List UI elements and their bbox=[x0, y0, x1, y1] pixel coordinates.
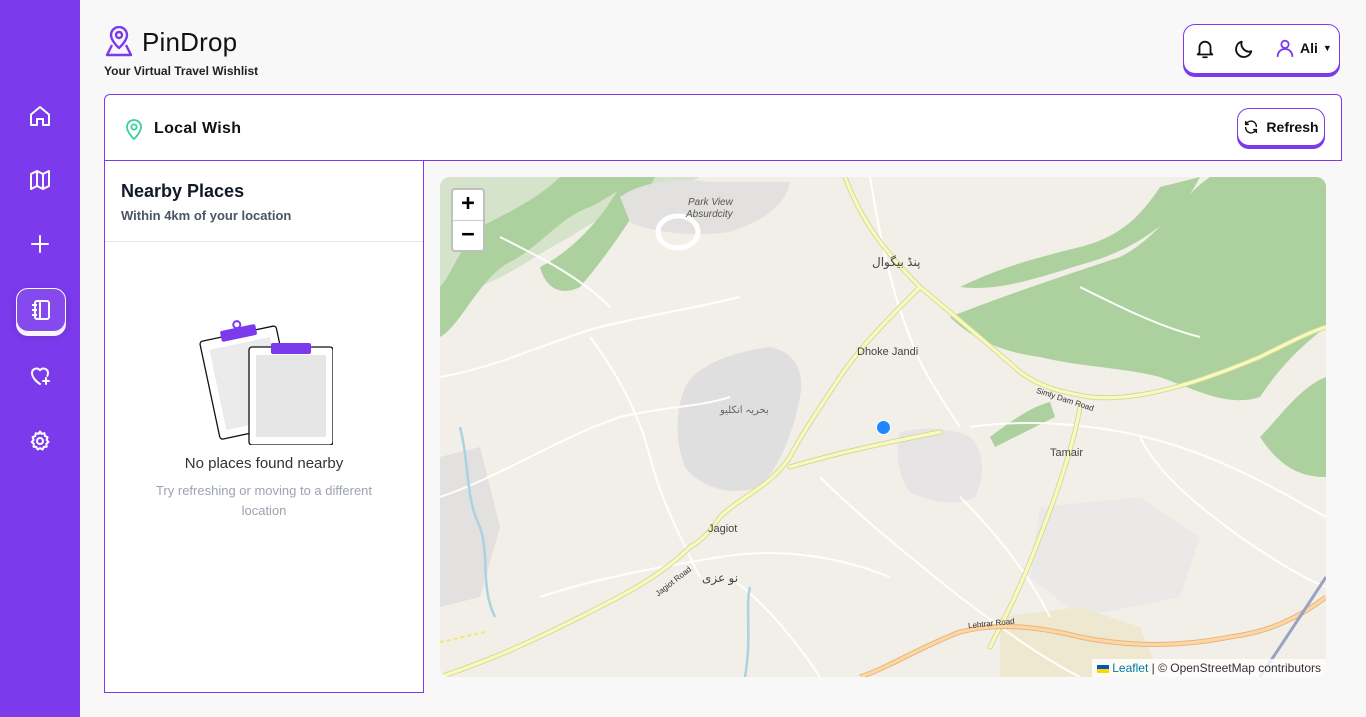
map-attribution: Leaflet | © OpenStreetMap contributors bbox=[1092, 659, 1326, 677]
map-label-pind-begwal: پنڈ بیگوال bbox=[872, 255, 921, 269]
refresh-button[interactable]: Refresh bbox=[1237, 108, 1325, 146]
sidebar-item-local-wish[interactable] bbox=[16, 288, 66, 332]
nearby-title: Nearby Places bbox=[121, 181, 245, 201]
refresh-icon bbox=[1245, 120, 1258, 134]
empty-state-subtitle: Try refreshing or moving to a different … bbox=[155, 483, 373, 518]
bell-icon bbox=[1196, 40, 1214, 59]
page-title: Local Wish bbox=[154, 120, 242, 137]
app-subtitle: Your Virtual Travel Wishlist bbox=[104, 64, 259, 78]
notifications-button[interactable] bbox=[1194, 38, 1216, 60]
app-title: PinDrop bbox=[142, 26, 238, 57]
chevron-down-icon: ▼ bbox=[1322, 43, 1332, 53]
zoom-control: + − bbox=[451, 188, 485, 252]
map-label-dhoke-jandi: Dhoke Jandi bbox=[857, 346, 919, 358]
map-label-park-view: Park View bbox=[688, 197, 733, 208]
current-location-marker bbox=[876, 420, 891, 435]
zoom-in-button[interactable]: + bbox=[453, 190, 483, 221]
map-pin-icon bbox=[126, 119, 142, 140]
attribution-text: | © OpenStreetMap contributors bbox=[1151, 661, 1321, 675]
empty-clipboard-illustration bbox=[199, 320, 333, 445]
map-label-absurdcity: Absurdcity bbox=[686, 209, 733, 220]
map-label-bahria: بحریہ انکلیو bbox=[720, 405, 769, 416]
sidebar-item-add[interactable] bbox=[16, 223, 64, 265]
empty-state-title: No places found nearby bbox=[184, 455, 344, 472]
panel-header: Local Wish Refresh bbox=[104, 94, 1342, 161]
map-label-tamair: Tamair bbox=[1050, 447, 1084, 459]
refresh-label: Refresh bbox=[1266, 119, 1319, 135]
user-location-pin-icon bbox=[105, 26, 133, 57]
sidebar-item-map[interactable] bbox=[16, 159, 64, 201]
leaflet-link[interactable]: Leaflet bbox=[1112, 661, 1148, 675]
sidebar-item-wishlist[interactable] bbox=[16, 355, 64, 397]
sidebar-item-home[interactable] bbox=[16, 95, 64, 137]
gear-icon bbox=[30, 430, 50, 451]
sidebar-item-settings[interactable] bbox=[16, 420, 64, 462]
header-controls: Ali ▼ bbox=[1183, 24, 1340, 74]
theme-toggle-button[interactable] bbox=[1233, 38, 1255, 60]
home-icon bbox=[30, 106, 50, 126]
map-view[interactable]: Park View Absurdcity پنڈ بیگوال Dhoke Ja… bbox=[440, 177, 1326, 677]
sidebar bbox=[0, 0, 80, 717]
ukraine-flag-icon bbox=[1097, 664, 1110, 673]
plus-icon bbox=[31, 235, 49, 253]
notebook-icon bbox=[32, 300, 50, 320]
brand: PinDrop Your Virtual Travel Wishlist bbox=[104, 26, 258, 78]
nearby-subtitle: Within 4km of your location bbox=[121, 208, 292, 223]
nearby-places-panel: Nearby Places Within 4km of your locatio… bbox=[104, 160, 424, 693]
heart-plus-icon bbox=[31, 367, 50, 385]
user-menu[interactable]: Ali ▼ bbox=[1274, 37, 1332, 59]
nearby-header: Nearby Places Within 4km of your locatio… bbox=[105, 161, 423, 242]
moon-icon bbox=[1235, 40, 1253, 58]
map-icon bbox=[30, 170, 50, 190]
zoom-out-button[interactable]: − bbox=[453, 221, 483, 251]
user-icon bbox=[1276, 39, 1294, 58]
map-label-jagiot: Jagiot bbox=[708, 523, 738, 535]
map-label-nou-azri: نو عزی bbox=[702, 571, 739, 585]
user-name: Ali bbox=[1300, 40, 1318, 56]
